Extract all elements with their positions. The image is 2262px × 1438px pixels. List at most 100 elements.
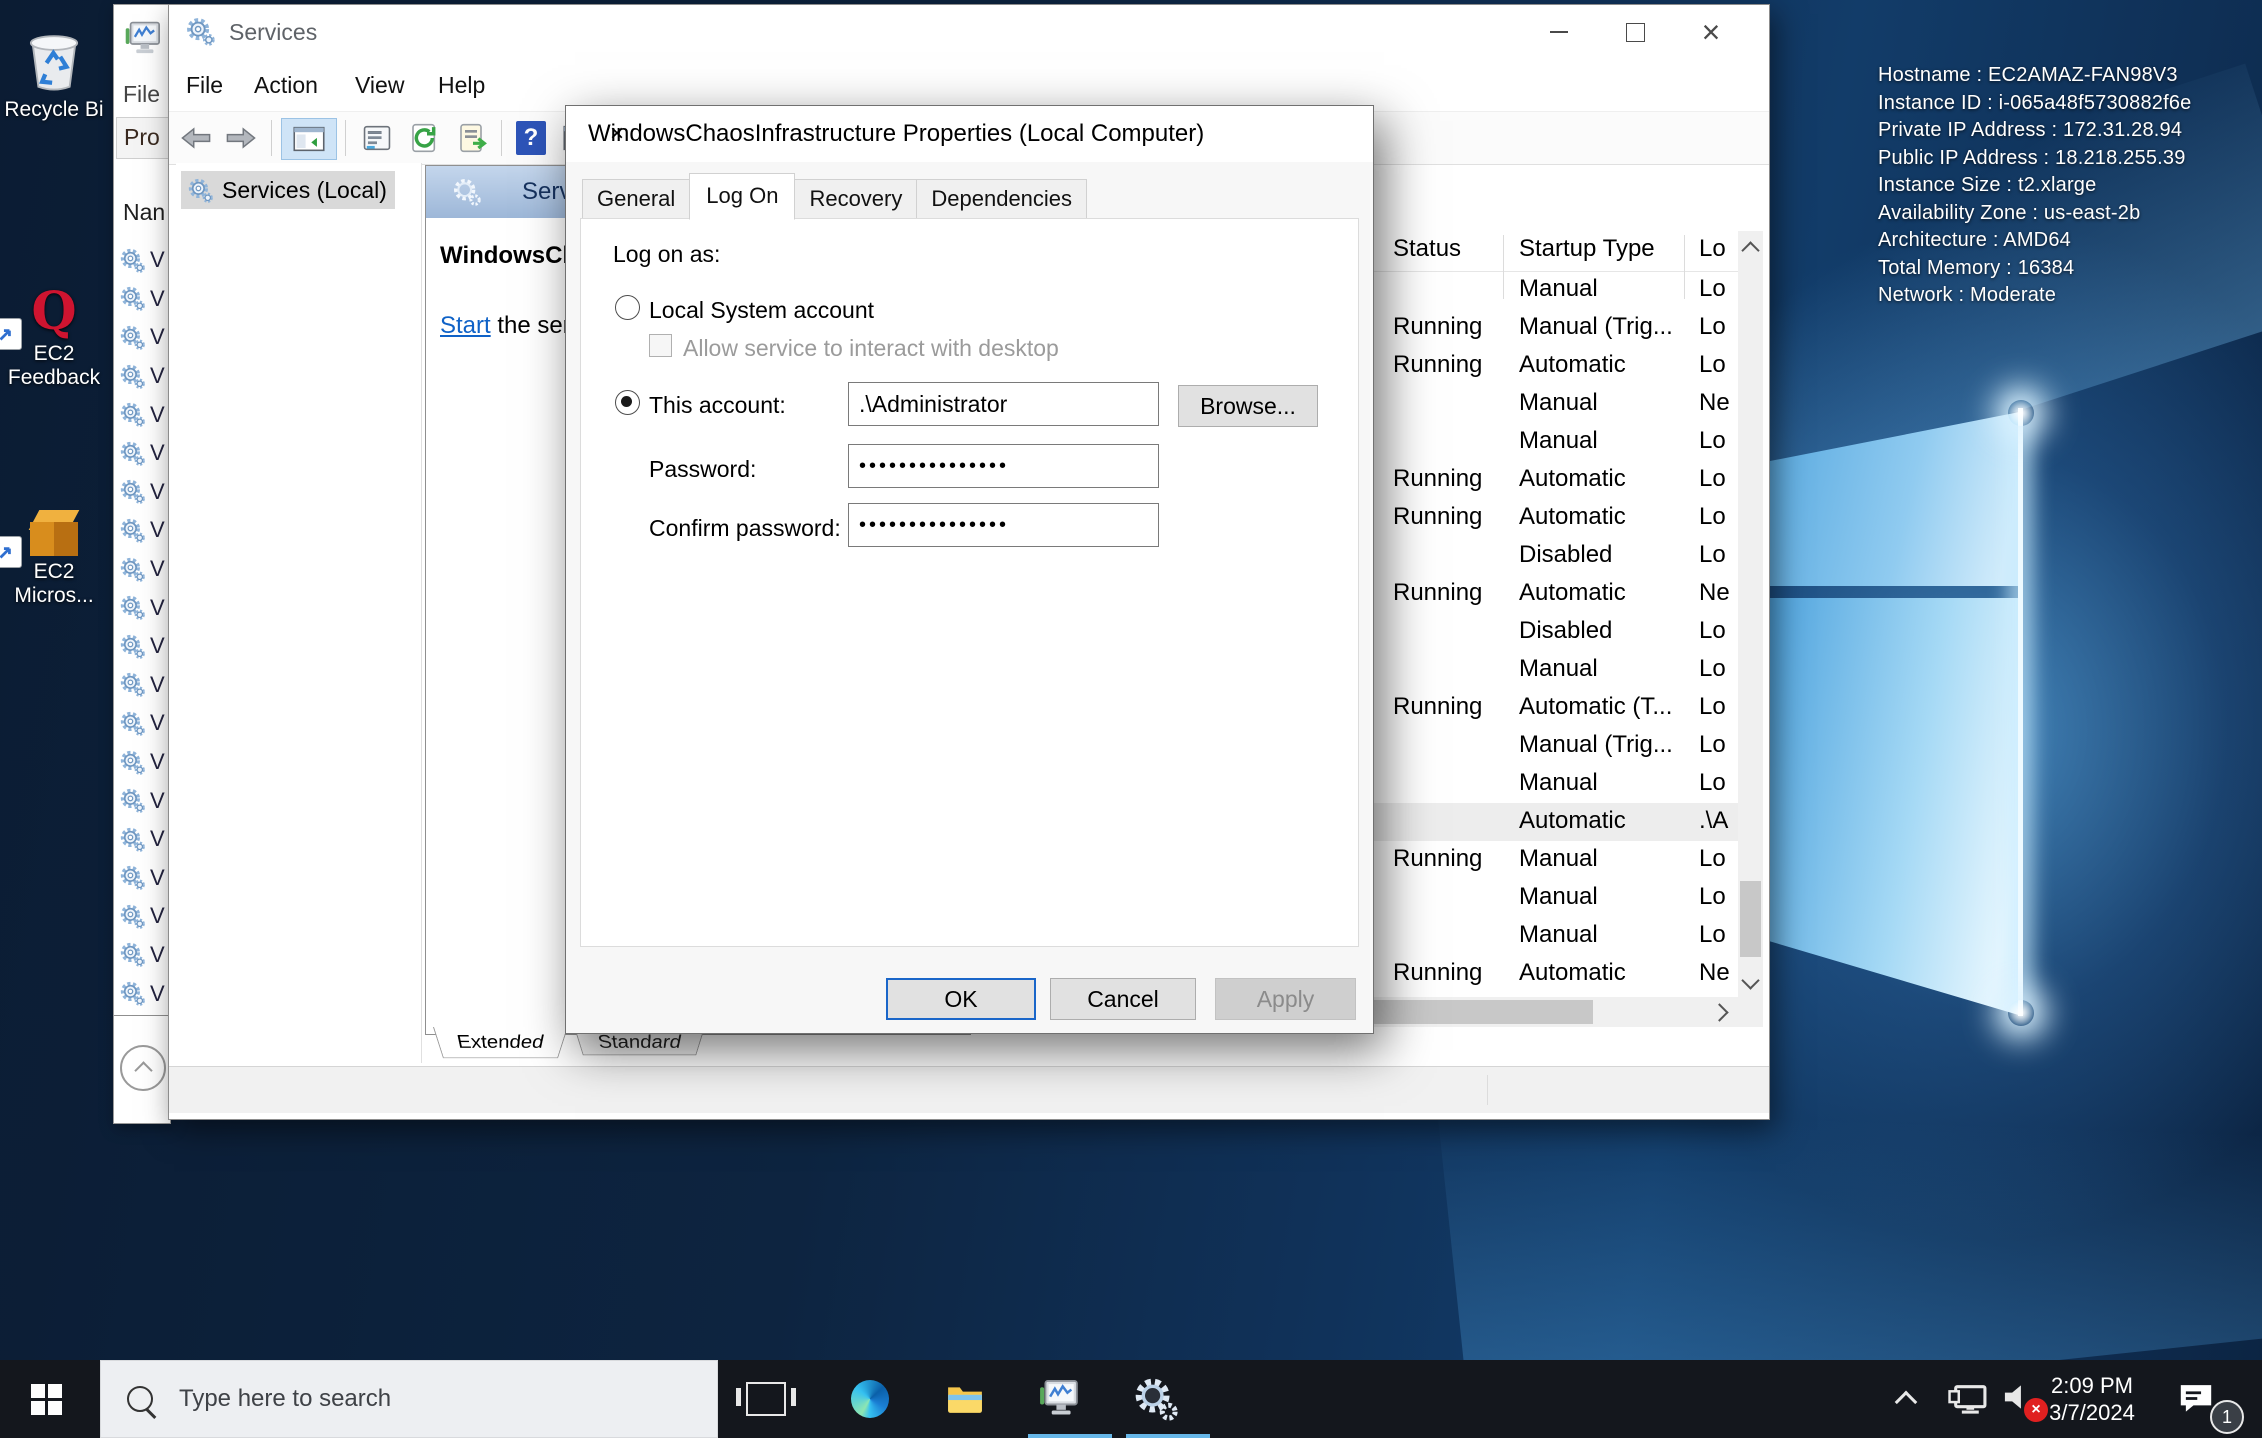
desktop-icon-recycle-bin[interactable]: Recycle Bi <box>0 14 114 122</box>
chevron-up-icon <box>1741 241 1759 259</box>
interact-desktop-checkbox[interactable] <box>649 334 672 357</box>
forward-button[interactable] <box>219 118 263 158</box>
bgw-service-row[interactable]: V <box>114 859 170 898</box>
gear-icon <box>452 177 482 207</box>
tab-extended[interactable]: Extended <box>433 1027 568 1058</box>
task-view-button[interactable] <box>726 1360 806 1438</box>
gear-icon <box>119 903 146 930</box>
bgw-file-menu[interactable]: File <box>123 81 160 108</box>
menu-help[interactable]: Help <box>438 59 485 111</box>
dialog-titlebar[interactable]: WindowsChaosInfrastructure Properties (L… <box>566 106 1373 162</box>
scrollbar-thumb[interactable] <box>1740 881 1761 957</box>
service-name-truncated: V <box>150 710 165 736</box>
bgw-service-row[interactable]: V <box>114 666 170 705</box>
account-input[interactable] <box>848 382 1159 426</box>
taskbar-services[interactable] <box>1116 1360 1196 1438</box>
column-header-startup-type[interactable]: Startup Type <box>1519 235 1655 263</box>
bgw-service-row[interactable]: V <box>114 434 170 473</box>
this-account-radio[interactable] <box>615 390 640 415</box>
bgw-service-row[interactable]: V <box>114 627 170 666</box>
system-info-line: Private IP Address : 172.31.28.94 <box>1878 117 2192 145</box>
taskbar-edge[interactable] <box>830 1360 910 1438</box>
scroll-right-button[interactable] <box>1706 997 1732 1027</box>
scroll-up-button[interactable] <box>1738 231 1763 265</box>
bgw-name-column-header[interactable]: Nan <box>123 199 165 226</box>
back-button[interactable] <box>174 118 218 158</box>
menu-action[interactable]: Action <box>254 59 318 111</box>
menu-view[interactable]: View <box>355 59 404 111</box>
bgw-service-row[interactable]: V <box>114 318 170 357</box>
taskbar-search[interactable]: Type here to search <box>100 1360 718 1438</box>
clock-date: 3/7/2024 <box>2049 1399 2135 1426</box>
bgw-pro-button[interactable]: Pro <box>116 117 171 159</box>
taskbar-clock[interactable]: 2:09 PM 3/7/2024 <box>2046 1360 2138 1438</box>
bgw-scroll-up-button[interactable] <box>120 1045 166 1091</box>
this-account-label[interactable]: This account: <box>649 392 786 419</box>
services-titlebar[interactable]: Services × <box>169 5 1769 59</box>
bgw-service-row[interactable]: V <box>114 280 170 319</box>
cancel-button[interactable]: Cancel <box>1050 978 1196 1020</box>
desktop-icon-ec2-microsoft[interactable]: EC2 Micros... <box>0 476 114 608</box>
background-window[interactable]: File Pro Nan VVVVVVVVVVVVVVVVVVVV <box>113 4 171 1124</box>
column-header-status[interactable]: Status <box>1393 235 1461 263</box>
maximize-button[interactable] <box>1597 5 1673 59</box>
tab-general[interactable]: General <box>582 179 690 220</box>
tab-log-on[interactable]: Log On <box>689 173 795 220</box>
show-console-tree-button[interactable] <box>281 118 337 160</box>
vertical-scrollbar[interactable] <box>1738 231 1763 999</box>
desktop-icon-ec2-feedback[interactable]: Q EC2 Feedback <box>0 258 114 390</box>
service-name-truncated: V <box>150 788 165 814</box>
bgw-service-row[interactable]: V <box>114 704 170 743</box>
start-service-link[interactable]: Start <box>440 312 491 339</box>
bgw-service-row[interactable]: V <box>114 473 170 512</box>
q-logo: Q <box>31 282 76 342</box>
apply-button[interactable]: Apply <box>1215 978 1356 1020</box>
tree-item-services-local[interactable]: Services (Local) <box>181 171 395 209</box>
bgw-service-row[interactable]: V <box>114 974 170 1013</box>
bgw-service-row[interactable]: V <box>114 897 170 936</box>
bgw-service-row[interactable]: V <box>114 511 170 550</box>
column-header-log-on-as[interactable]: Lo <box>1699 235 1726 263</box>
browse-button[interactable]: Browse... <box>1178 385 1318 427</box>
bgw-service-row[interactable]: V <box>114 820 170 859</box>
close-button[interactable]: × <box>1673 5 1749 59</box>
service-status: Running <box>1393 313 1482 341</box>
minimize-button[interactable] <box>1521 5 1597 59</box>
confirm-password-input[interactable]: ••••••••••••••• <box>848 503 1159 547</box>
bgw-service-row[interactable]: V <box>114 241 170 280</box>
local-system-radio[interactable] <box>615 295 640 320</box>
selected-service-name: WindowsCh <box>440 242 577 270</box>
start-button[interactable] <box>0 1360 92 1438</box>
service-startup-type: Automatic <box>1519 579 1626 607</box>
network-tray-icon[interactable] <box>1948 1360 1988 1438</box>
local-system-label[interactable]: Local System account <box>649 297 874 324</box>
properties-button[interactable] <box>355 118 399 158</box>
ok-button[interactable]: OK <box>886 978 1036 1020</box>
dialog-close-button[interactable]: × <box>588 112 634 156</box>
tab-dependencies[interactable]: Dependencies <box>916 179 1087 220</box>
bgw-service-row[interactable]: V <box>114 588 170 627</box>
taskbar-file-explorer[interactable] <box>925 1360 1005 1438</box>
help-icon: ? <box>516 121 546 155</box>
system-info-line: Architecture : AMD64 <box>1878 227 2192 255</box>
scrollbar-thumb[interactable] <box>1373 1000 1593 1024</box>
help-button[interactable]: ? <box>511 118 551 158</box>
tab-recovery[interactable]: Recovery <box>794 179 917 220</box>
password-input[interactable]: ••••••••••••••• <box>848 444 1159 488</box>
volume-tray-icon[interactable]: × <box>2000 1360 2036 1438</box>
menu-file[interactable]: File <box>186 59 223 111</box>
export-list-button[interactable] <box>451 118 495 158</box>
bgw-service-row[interactable]: V <box>114 550 170 589</box>
refresh-button[interactable] <box>403 118 447 158</box>
window-title: Services <box>229 5 317 59</box>
taskbar-perfmon[interactable] <box>1018 1360 1098 1438</box>
scroll-down-button[interactable] <box>1738 965 1763 999</box>
bgw-service-row[interactable]: V <box>114 743 170 782</box>
chevron-right-icon <box>1710 1003 1728 1021</box>
bgw-service-row[interactable]: V <box>114 395 170 434</box>
bgw-service-row[interactable]: V <box>114 781 170 820</box>
bgw-service-row[interactable]: V <box>114 936 170 975</box>
bgw-service-row[interactable]: V <box>114 357 170 396</box>
gear-icon <box>119 787 146 814</box>
tray-expand-button[interactable] <box>1898 1360 1914 1438</box>
